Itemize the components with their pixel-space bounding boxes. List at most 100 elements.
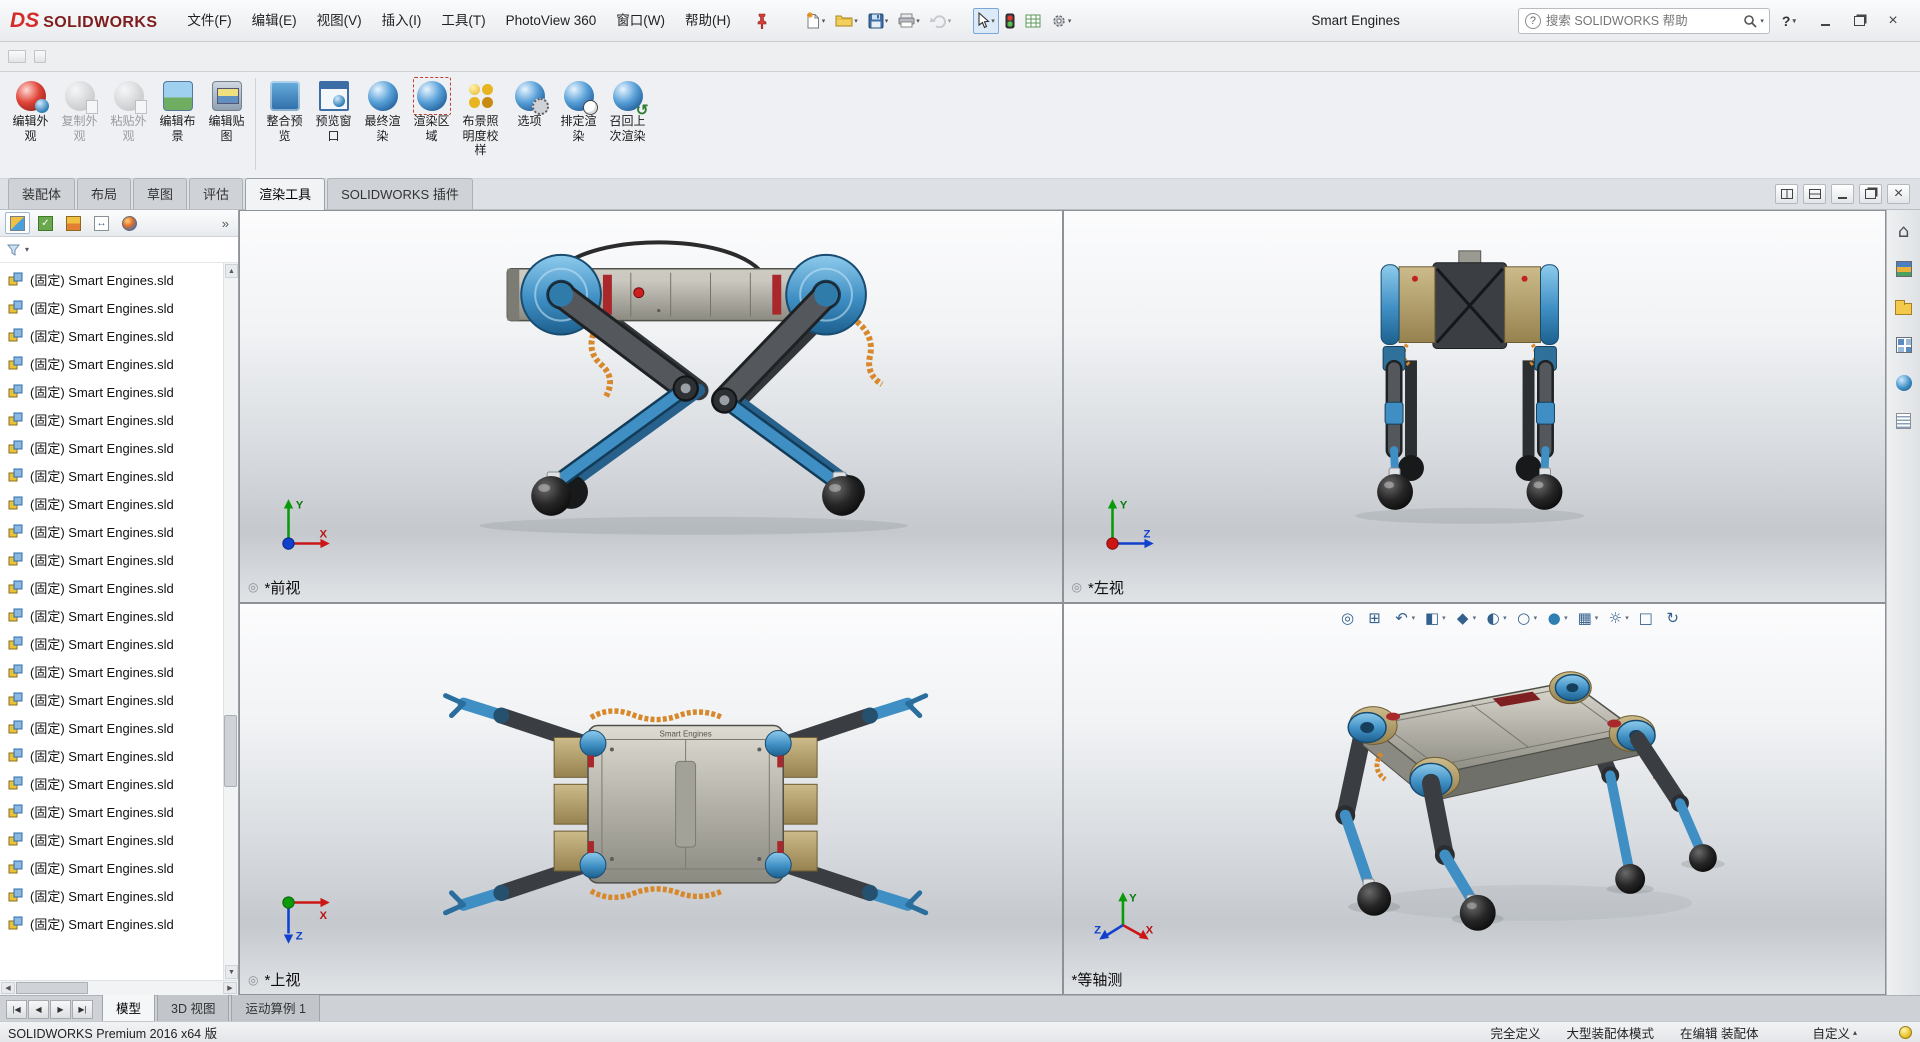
breadcrumb-icon[interactable]	[34, 50, 46, 63]
tree-item[interactable]: (固定) Smart Engines.sld	[0, 573, 223, 601]
scroll-up-arrow[interactable]: ▲	[225, 264, 238, 278]
tab-scroll-button[interactable]: ▶	[50, 1000, 71, 1019]
new-document-button[interactable]: ▾	[801, 8, 830, 34]
feature-manager-tab-configurationmanager[interactable]	[61, 212, 86, 234]
flyout-toolbar-icon[interactable]	[8, 50, 26, 63]
tree-horizontal-scrollbar[interactable]: ◀ ▶	[0, 980, 238, 995]
search-dropdown-caret[interactable]: ▾	[1760, 17, 1764, 25]
tree-item[interactable]: (固定) Smart Engines.sld	[0, 349, 223, 377]
tree-item[interactable]: (固定) Smart Engines.sld	[0, 293, 223, 321]
customize-menu[interactable]: 自定义 ▴	[1812, 1023, 1857, 1042]
options-button[interactable]: ▾	[1047, 8, 1076, 34]
graphics-window-control[interactable]	[1859, 184, 1882, 204]
command-tab[interactable]: SOLIDWORKS 插件	[327, 178, 473, 209]
tree-item[interactable]: (固定) Smart Engines.sld	[0, 377, 223, 405]
menu-item[interactable]: PhotoView 360	[496, 8, 607, 34]
rebuild-button[interactable]	[1001, 8, 1019, 34]
viewport-front[interactable]: Y X ◎ *前视	[240, 211, 1062, 602]
task-pane-button[interactable]	[1891, 256, 1917, 282]
tree-item[interactable]: (固定) Smart Engines.sld	[0, 321, 223, 349]
search-input[interactable]	[1546, 14, 1738, 28]
scrollbar-thumb[interactable]	[224, 715, 237, 787]
save-button[interactable]: ▾	[864, 8, 893, 34]
ribbon-button[interactable]: 复制外观	[55, 76, 104, 174]
task-pane-button[interactable]	[1891, 218, 1917, 244]
print-button[interactable]: ▾	[894, 8, 924, 34]
tree-vertical-scrollbar[interactable]: ▲ ▼	[223, 263, 238, 980]
graphics-window-control[interactable]	[1775, 184, 1798, 204]
tree-item[interactable]: (固定) Smart Engines.sld	[0, 545, 223, 573]
filter-funnel-icon[interactable]	[7, 244, 20, 256]
tree-item[interactable]: (固定) Smart Engines.sld	[0, 713, 223, 741]
document-tab[interactable]: 3D 视图	[157, 993, 229, 1021]
tree-item[interactable]: (固定) Smart Engines.sld	[0, 881, 223, 909]
ribbon-button[interactable]: 召回上次渲染	[603, 76, 652, 174]
tree-item[interactable]: (固定) Smart Engines.sld	[0, 433, 223, 461]
menu-item[interactable]: 编辑(E)	[242, 8, 307, 34]
tree-item[interactable]: (固定) Smart Engines.sld	[0, 517, 223, 545]
ribbon-button[interactable]: 编辑外观	[6, 76, 55, 174]
tab-scroll-button[interactable]: ◀	[28, 1000, 49, 1019]
tree-item[interactable]: (固定) Smart Engines.sld	[0, 769, 223, 797]
ribbon-button[interactable]: 渲染区域	[407, 76, 456, 174]
menu-item[interactable]: 窗口(W)	[606, 8, 675, 34]
task-pane-button[interactable]	[1891, 370, 1917, 396]
viewport-isometric[interactable]: Y X Z *等轴测	[1064, 604, 1886, 995]
feature-manager-tab-propertymanager[interactable]	[33, 212, 58, 234]
feature-manager-tab-featuremanager-tree[interactable]	[5, 212, 30, 234]
tab-scroll-button[interactable]: ▶|	[72, 1000, 93, 1019]
tree-item[interactable]: (固定) Smart Engines.sld	[0, 825, 223, 853]
window-control-button[interactable]	[1842, 7, 1876, 35]
menu-item[interactable]: 视图(V)	[307, 8, 372, 34]
task-pane-button[interactable]	[1891, 332, 1917, 358]
expand-tabs-icon[interactable]: »	[218, 216, 233, 231]
tree-item[interactable]: (固定) Smart Engines.sld	[0, 909, 223, 937]
tree-item[interactable]: (固定) Smart Engines.sld	[0, 657, 223, 685]
tree-item[interactable]: (固定) Smart Engines.sld	[0, 741, 223, 769]
command-tab[interactable]: 草图	[133, 178, 187, 209]
feature-manager-tab-dimxpertmanager[interactable]	[89, 212, 114, 234]
ribbon-button[interactable]: 排定渲染	[554, 76, 603, 174]
open-document-button[interactable]: ▾	[831, 8, 862, 34]
graphics-window-control[interactable]	[1803, 184, 1826, 204]
tree-item[interactable]: (固定) Smart Engines.sld	[0, 685, 223, 713]
ribbon-button[interactable]: 布景照明度校样	[456, 76, 505, 174]
tab-scroll-button[interactable]: |◀	[6, 1000, 27, 1019]
graphics-window-control[interactable]	[1831, 184, 1854, 204]
scrollbar-thumb[interactable]	[16, 982, 88, 994]
pin-menu-button[interactable]	[751, 10, 773, 32]
ribbon-button[interactable]: 编辑贴图	[202, 76, 251, 174]
document-tab[interactable]: 运动算例 1	[231, 993, 319, 1021]
tree-item[interactable]: (固定) Smart Engines.sld	[0, 629, 223, 657]
tree-item[interactable]: (固定) Smart Engines.sld	[0, 489, 223, 517]
menu-item[interactable]: 工具(T)	[431, 8, 495, 34]
search-icon[interactable]	[1743, 14, 1757, 28]
tree-item[interactable]: (固定) Smart Engines.sld	[0, 853, 223, 881]
scroll-down-arrow[interactable]: ▼	[225, 965, 238, 979]
tree-item[interactable]: (固定) Smart Engines.sld	[0, 405, 223, 433]
window-control-button[interactable]	[1876, 7, 1910, 35]
help-button[interactable]: ?▾	[1782, 13, 1796, 29]
ribbon-button[interactable]: 粘贴外观	[104, 76, 153, 174]
filter-dropdown-caret[interactable]: ▾	[25, 245, 29, 254]
undo-button[interactable]: ▾	[926, 8, 956, 34]
scroll-left-arrow[interactable]: ◀	[1, 982, 15, 994]
menu-item[interactable]: 插入(I)	[372, 8, 432, 34]
select-tool-button[interactable]: ▾	[973, 8, 999, 34]
tree-item[interactable]: (固定) Smart Engines.sld	[0, 265, 223, 293]
ribbon-button[interactable]: 编辑布景	[153, 76, 202, 174]
ribbon-button[interactable]: 预览窗口	[309, 76, 358, 174]
command-tab[interactable]: 渲染工具	[245, 178, 325, 210]
ribbon-button[interactable]: 整合预览	[260, 76, 309, 174]
document-tab[interactable]: 模型	[102, 993, 155, 1021]
command-tab[interactable]: 装配体	[8, 178, 75, 209]
tree-item[interactable]: (固定) Smart Engines.sld	[0, 601, 223, 629]
tree-item[interactable]: (固定) Smart Engines.sld	[0, 797, 223, 825]
evaluate-table-button[interactable]	[1021, 8, 1045, 34]
ribbon-button[interactable]: 最终渲染	[358, 76, 407, 174]
command-tab[interactable]: 评估	[189, 178, 243, 209]
task-pane-button[interactable]	[1891, 408, 1917, 434]
viewport-left[interactable]: Y Z ◎ *左视	[1064, 211, 1886, 602]
menu-item[interactable]: 文件(F)	[177, 8, 241, 34]
window-control-button[interactable]	[1808, 7, 1842, 35]
